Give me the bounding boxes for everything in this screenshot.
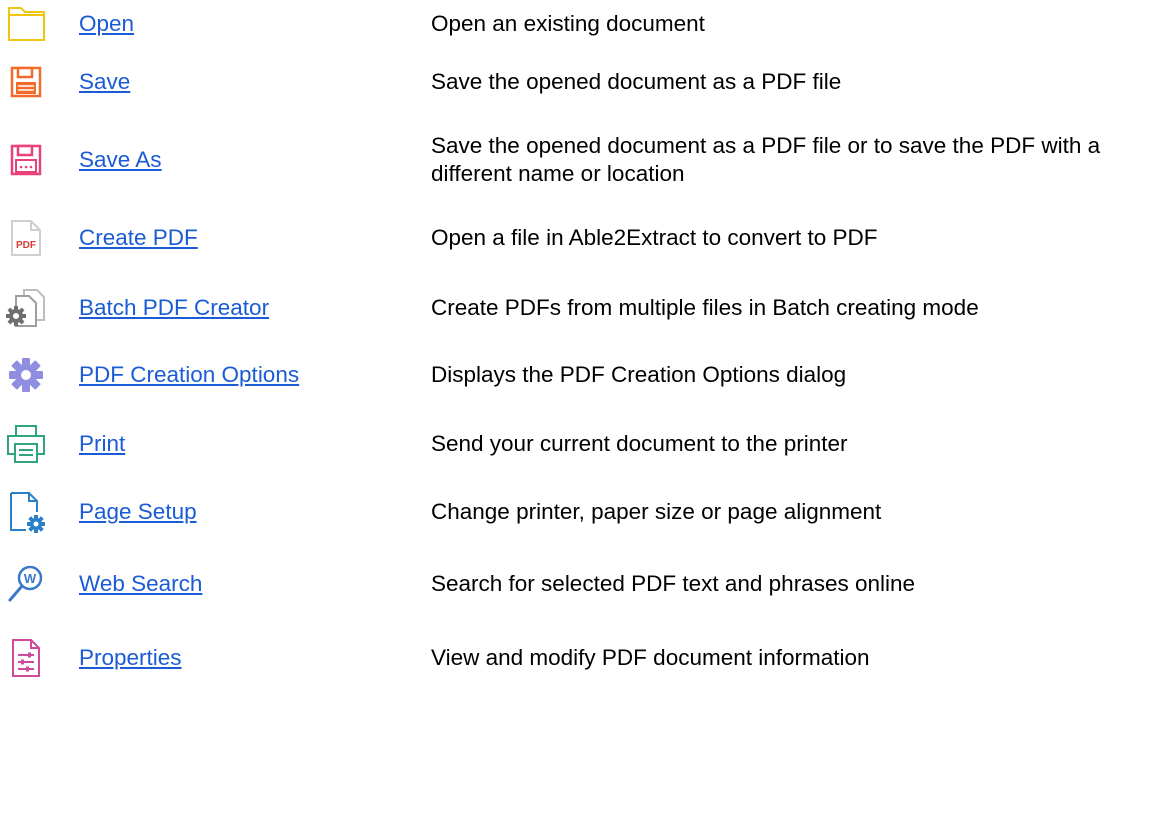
page-setup-icon <box>4 490 48 534</box>
create-pdf-description: Open a file in Able2Extract to convert t… <box>431 225 878 250</box>
properties-icon <box>4 636 48 680</box>
open-link[interactable]: Open <box>79 11 134 37</box>
list-item-page-setup: Page Setup Change printer, paper size or… <box>0 482 1149 542</box>
web-search-link[interactable]: Web Search <box>79 571 202 597</box>
save-description: Save the opened document as a PDF file <box>431 69 842 94</box>
save-as-icon <box>4 138 48 182</box>
list-item-web-search: W Web Search Search for selected PDF tex… <box>0 554 1149 614</box>
save-as-description: Save the opened document as a PDF file o… <box>431 133 1101 186</box>
properties-description: View and modify PDF document information <box>431 645 870 670</box>
pdf-creation-options-link[interactable]: PDF Creation Options <box>79 362 299 388</box>
save-link[interactable]: Save <box>79 69 130 95</box>
list-item-properties: Properties View and modify PDF document … <box>0 628 1149 688</box>
properties-link[interactable]: Properties <box>79 645 182 671</box>
create-pdf-icon: PDF <box>4 216 48 260</box>
print-link[interactable]: Print <box>79 431 125 457</box>
printer-icon <box>4 422 48 466</box>
print-description: Send your current document to the printe… <box>431 431 848 456</box>
svg-text:PDF: PDF <box>16 240 36 251</box>
pdf-creation-options-description: Displays the PDF Creation Options dialog <box>431 362 847 387</box>
open-description: Open an existing document <box>431 11 705 36</box>
list-item-create-pdf: PDF Create PDF Open a file in Able2Extra… <box>0 208 1149 268</box>
page-setup-description: Change printer, paper size or page align… <box>431 499 882 524</box>
web-search-description: Search for selected PDF text and phrases… <box>431 571 916 596</box>
page-setup-link[interactable]: Page Setup <box>79 499 197 525</box>
save-as-link[interactable]: Save As <box>79 147 162 173</box>
svg-text:W: W <box>24 571 37 586</box>
list-item-save: Save Save the opened document as a PDF f… <box>0 52 1149 112</box>
gear-icon <box>4 353 48 397</box>
list-item-pdf-creation-options: PDF Creation Options Displays the PDF Cr… <box>0 345 1149 405</box>
save-icon <box>4 60 48 104</box>
create-pdf-link[interactable]: Create PDF <box>79 225 198 251</box>
folder-icon <box>4 2 48 46</box>
batch-pdf-creator-link[interactable]: Batch PDF Creator <box>79 295 269 321</box>
list-item-batch-pdf-creator: Batch PDF Creator Create PDFs from multi… <box>0 278 1149 338</box>
list-item-print: Print Send your current document to the … <box>0 414 1149 474</box>
batch-pdf-creator-description: Create PDFs from multiple files in Batch… <box>431 295 979 320</box>
batch-pdf-creator-icon <box>4 286 48 330</box>
list-item-open: Open Open an existing document <box>0 0 1149 54</box>
web-search-icon: W <box>4 562 48 606</box>
list-item-save-as: Save As Save the opened document as a PD… <box>0 130 1149 190</box>
